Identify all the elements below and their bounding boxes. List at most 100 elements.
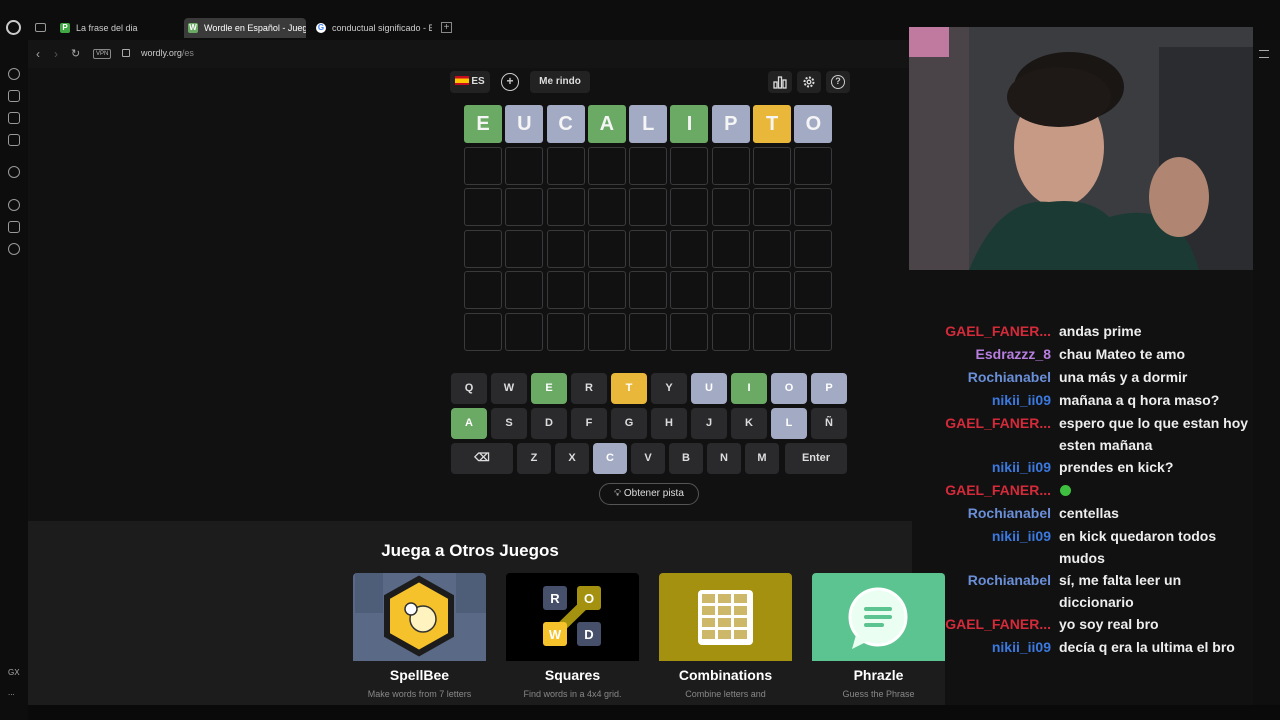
key-b[interactable]: B — [669, 443, 703, 474]
key-j[interactable]: J — [691, 408, 727, 439]
enter-key[interactable]: Enter — [785, 443, 847, 474]
back-icon[interactable]: ‹ — [36, 47, 40, 61]
key-n[interactable]: N — [707, 443, 741, 474]
chat-username[interactable]: nikii_ii09 — [912, 525, 1051, 548]
chat-username[interactable]: GAEL_FANER... — [912, 412, 1051, 435]
key-a[interactable]: A — [451, 408, 487, 439]
opera-logo-icon[interactable] — [6, 20, 21, 35]
lock-icon[interactable] — [122, 49, 130, 57]
key-k[interactable]: K — [731, 408, 767, 439]
chat-text: andas prime — [1059, 323, 1142, 339]
key-c[interactable]: C — [593, 443, 627, 474]
board-cell — [753, 229, 792, 268]
key-s[interactable]: S — [491, 408, 527, 439]
chat-username[interactable]: Esdrazzz_8 — [912, 343, 1051, 366]
menu-icon[interactable] — [1259, 50, 1269, 58]
chat-username[interactable]: nikii_ii09 — [912, 636, 1051, 659]
chat-username[interactable]: GAEL_FANER... — [912, 613, 1051, 636]
key-u[interactable]: U — [691, 373, 727, 404]
board-cell: L — [629, 105, 668, 143]
chat-username[interactable]: nikii_ii09 — [912, 389, 1051, 412]
square-letter: R — [550, 591, 560, 606]
board-cell — [670, 271, 709, 309]
game-card-squares[interactable]: R O W D Squares Find words in a 4x4 grid… — [506, 573, 639, 705]
url-field[interactable]: wordly.org/es — [141, 48, 194, 58]
chat-username[interactable]: GAEL_FANER... — [912, 320, 1051, 343]
give-up-button[interactable]: Me rindo — [530, 71, 590, 93]
game-card-combinations[interactable]: Combinations Combine letters and — [659, 573, 792, 705]
tab-frase[interactable]: P La frase del dia — [56, 18, 180, 38]
key-v[interactable]: V — [631, 443, 665, 474]
key-e[interactable]: E — [531, 373, 567, 404]
chat-username[interactable]: GAEL_FANER... — [912, 479, 1051, 502]
settings-button[interactable] — [797, 71, 821, 93]
chat-username[interactable]: Rochianabel — [912, 366, 1051, 389]
extensions-icon[interactable] — [8, 221, 20, 233]
chatgpt-icon[interactable] — [8, 166, 20, 178]
tab-wordle[interactable]: W Wordle en Español - Jueg — [184, 18, 306, 38]
chat-username[interactable]: Rochianabel — [912, 569, 1051, 592]
game-card-spellbee[interactable]: SpellBee Make words from 7 letters — [353, 573, 486, 705]
opera-sidebar: GX ... — [0, 40, 28, 720]
reload-icon[interactable]: ↻ — [71, 47, 80, 60]
board-cell — [505, 146, 544, 185]
chat-message: nikii_ii09 prendes en kick? — [912, 456, 1252, 479]
help-button[interactable]: ? — [826, 71, 850, 93]
chat-text: centellas — [1059, 505, 1119, 521]
backspace-key[interactable]: ⌫ — [451, 443, 513, 474]
chat-message: GAEL_FANER... — [912, 479, 1252, 502]
key-w[interactable]: W — [491, 373, 527, 404]
chat-username[interactable]: Rochianabel — [912, 502, 1051, 525]
key-z[interactable]: Z — [517, 443, 551, 474]
key-y[interactable]: Y — [651, 373, 687, 404]
key-f[interactable]: F — [571, 408, 607, 439]
board-cell — [546, 188, 585, 226]
key-h[interactable]: H — [651, 408, 687, 439]
help-icon: ? — [831, 75, 845, 89]
emote-icon — [1060, 485, 1071, 496]
forward-icon[interactable]: › — [54, 47, 58, 61]
tab-island-icon[interactable] — [35, 23, 46, 32]
tab-google[interactable]: G conductual significado - B — [312, 18, 432, 38]
aria-icon[interactable] — [8, 68, 20, 80]
key-i[interactable]: I — [731, 373, 767, 404]
board-cell — [670, 188, 709, 226]
settings-icon[interactable] — [8, 243, 20, 255]
key-q[interactable]: Q — [451, 373, 487, 404]
new-tab-button[interactable]: + — [441, 22, 452, 33]
vpn-badge[interactable]: VPN — [93, 49, 112, 59]
language-button[interactable]: ES — [450, 71, 490, 93]
board-cell — [505, 229, 544, 268]
key-d[interactable]: D — [531, 408, 567, 439]
board-cell — [464, 146, 502, 185]
key-m[interactable]: M — [745, 443, 779, 474]
key-t[interactable]: T — [611, 373, 647, 404]
twitch-icon[interactable] — [8, 90, 20, 102]
board-cell — [794, 229, 833, 268]
key-ñ[interactable]: Ñ — [811, 408, 847, 439]
history-icon[interactable] — [8, 199, 20, 211]
chat-message: nikii_ii09 mañana a q hora maso? — [912, 389, 1252, 412]
chat-username[interactable]: nikii_ii09 — [912, 456, 1051, 479]
chat-message: Rochianabel sí, me falta leer un dicciona… — [912, 569, 1252, 613]
key-x[interactable]: X — [555, 443, 589, 474]
board-cell — [629, 229, 668, 268]
spain-flag-icon — [455, 76, 470, 85]
stats-button[interactable] — [768, 71, 792, 93]
board-cell: I — [670, 105, 709, 143]
hint-button[interactable]: 💡︎ Obtener pista — [599, 483, 699, 505]
key-l[interactable]: L — [771, 408, 807, 439]
more-icon[interactable]: ... — [8, 688, 15, 697]
chat-text: espero que lo que estan hoy esten mañana — [1059, 415, 1249, 453]
board-cell — [629, 312, 668, 351]
gx-label[interactable]: GX — [8, 668, 20, 677]
key-g[interactable]: G — [611, 408, 647, 439]
key-r[interactable]: R — [571, 373, 607, 404]
key-o[interactable]: O — [771, 373, 807, 404]
media-icon[interactable] — [8, 134, 20, 146]
key-p[interactable]: P — [811, 373, 847, 404]
game-description: Make words from 7 letters — [367, 689, 472, 699]
add-circle-icon[interactable]: + — [501, 73, 519, 91]
chat-message: Esdrazzz_8 chau Mateo te amo — [912, 343, 1252, 366]
notes-icon[interactable] — [8, 112, 20, 124]
